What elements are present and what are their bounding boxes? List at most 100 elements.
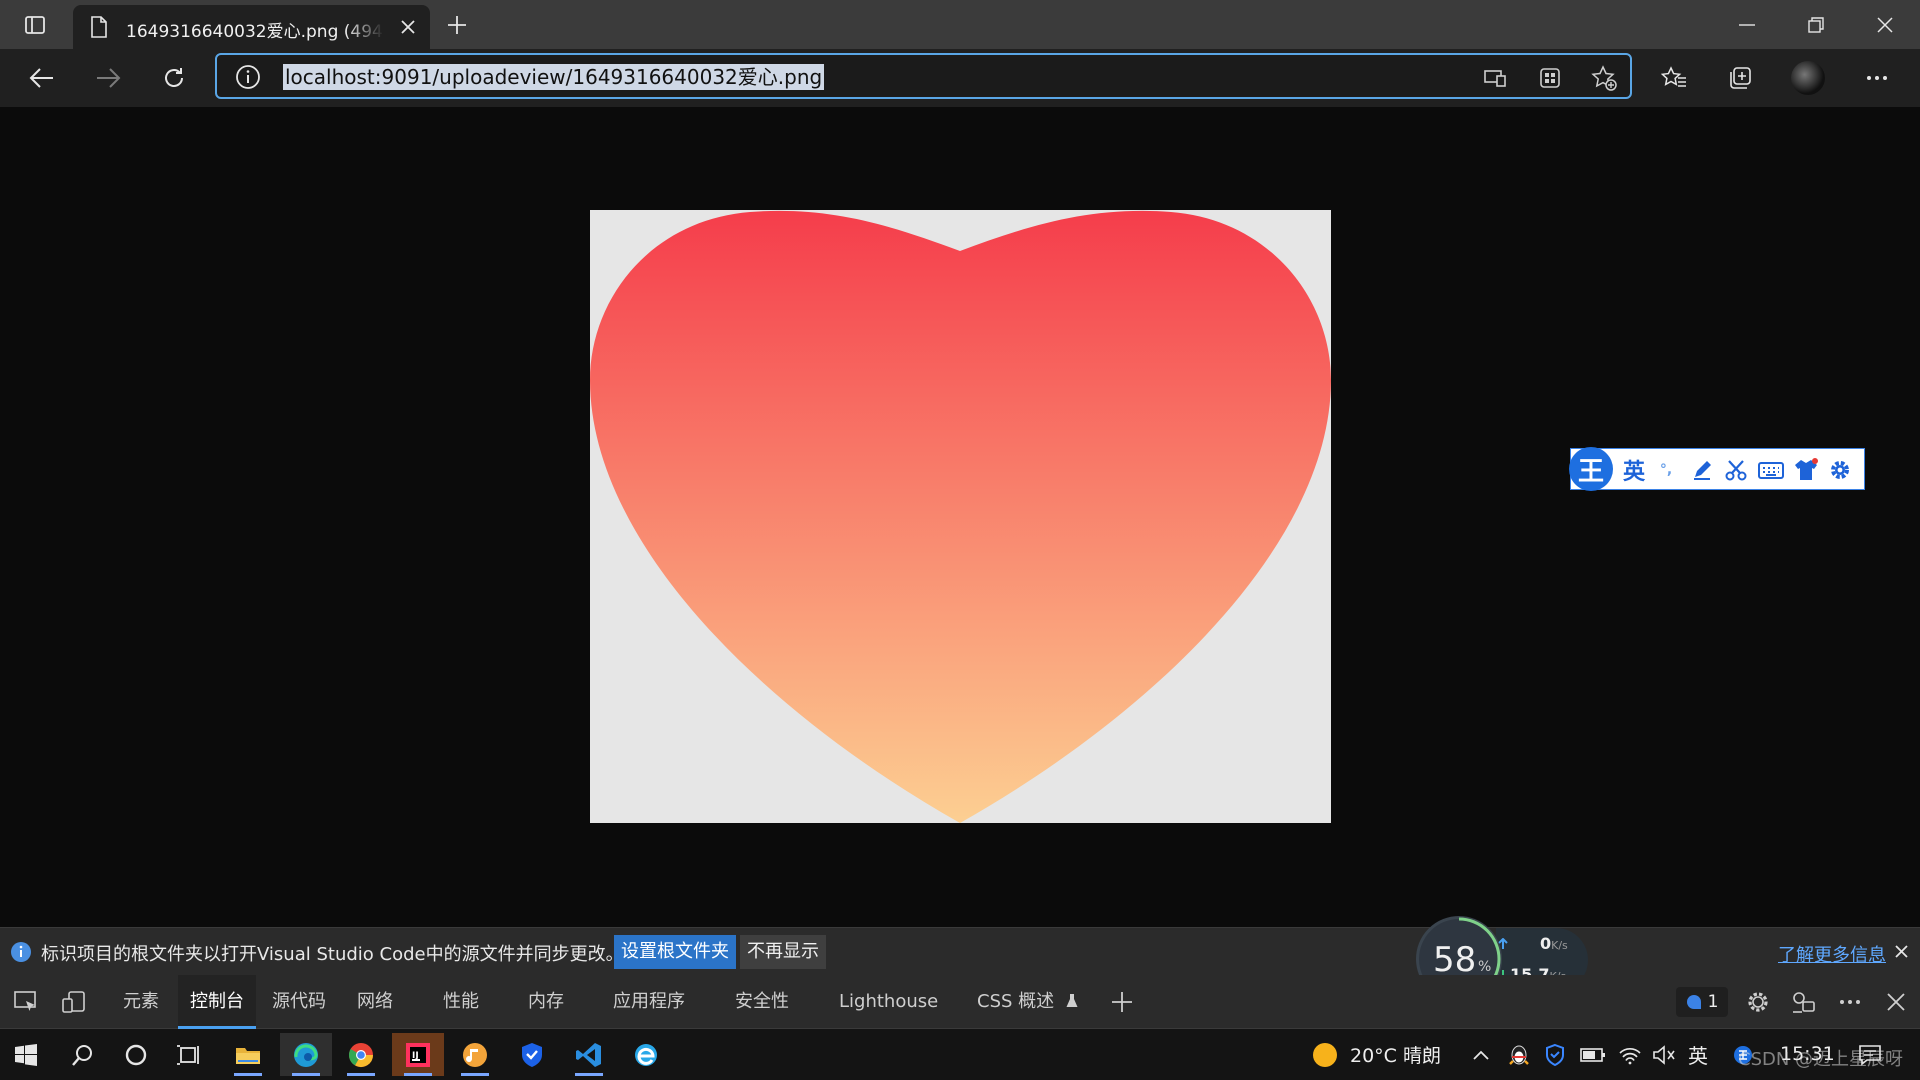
cortana-button[interactable] bbox=[110, 1033, 162, 1076]
weather-widget[interactable]: 20°C 晴朗 bbox=[1310, 1029, 1441, 1080]
restore-button[interactable] bbox=[1786, 0, 1846, 49]
infobar-close-button[interactable] bbox=[1890, 940, 1912, 962]
music-icon bbox=[463, 1042, 487, 1067]
devtools-tab-security[interactable]: 安全性 bbox=[735, 975, 789, 1029]
volume-muted-icon bbox=[1653, 1044, 1675, 1065]
settings-more-button[interactable] bbox=[1857, 58, 1897, 98]
device-emulation-button[interactable] bbox=[58, 986, 90, 1018]
address-bar[interactable]: localhost:9091/uploadeview/1649316640032… bbox=[215, 53, 1632, 99]
task-view-button[interactable] bbox=[163, 1033, 215, 1076]
inspect-element-button[interactable] bbox=[10, 986, 42, 1018]
devtools-infobar: 标识项目的根文件夹以打开Visual Studio Code中的源文件并同步更改… bbox=[0, 927, 1920, 975]
notification-icon bbox=[1859, 1044, 1881, 1066]
immersive-reader-button[interactable] bbox=[1537, 65, 1563, 91]
connect-devices-button[interactable] bbox=[1788, 986, 1820, 1018]
vscode-icon bbox=[576, 1042, 601, 1067]
ime-keyboard-button[interactable] bbox=[1757, 457, 1785, 483]
ime-logo[interactable]: 王 bbox=[1569, 447, 1613, 491]
taskbar-intellij[interactable]: IJ bbox=[392, 1033, 444, 1076]
heart-image bbox=[590, 210, 1331, 823]
wifi-icon bbox=[1619, 1047, 1641, 1064]
tray-battery[interactable] bbox=[1580, 1029, 1606, 1080]
back-button[interactable] bbox=[22, 58, 62, 98]
tray-security[interactable] bbox=[1544, 1029, 1566, 1080]
profile-button[interactable] bbox=[1788, 58, 1828, 98]
windows-taskbar: IJ 20°C 晴朗 英 15:31 CSDN @迈上星辰呀 bbox=[0, 1029, 1920, 1080]
tab-title: 1649316640032爱心.png (494×413) bbox=[126, 22, 384, 42]
heart-shape bbox=[590, 210, 1331, 823]
start-button[interactable] bbox=[0, 1033, 52, 1076]
ime-toolbar[interactable]: 王 英 °, bbox=[1569, 447, 1865, 491]
action-center-button[interactable] bbox=[1858, 1029, 1882, 1080]
avatar bbox=[1791, 61, 1825, 95]
devtools-tab-elements[interactable]: 元素 bbox=[123, 975, 159, 1029]
browser-tab-active[interactable]: 1649316640032爱心.png (494×413) bbox=[73, 5, 430, 49]
taskbar-file-explorer[interactable] bbox=[222, 1033, 274, 1076]
devtools-settings-button[interactable] bbox=[1742, 986, 1774, 1018]
taskbar-security-app[interactable] bbox=[506, 1033, 558, 1076]
minimize-button[interactable] bbox=[1717, 0, 1777, 49]
issues-count: 1 bbox=[1707, 992, 1719, 1012]
close-window-button[interactable] bbox=[1855, 0, 1915, 49]
url-text[interactable]: localhost:9091/uploadeview/1649316640032… bbox=[283, 64, 825, 90]
favorites-icon bbox=[1661, 66, 1686, 87]
running-indicator bbox=[292, 1073, 320, 1076]
cpu-percent: 58 bbox=[1433, 940, 1477, 980]
internet-explorer-icon bbox=[635, 1043, 657, 1066]
ime-skin-button[interactable] bbox=[1793, 457, 1819, 483]
collections-button[interactable] bbox=[1720, 58, 1760, 98]
search-button[interactable] bbox=[56, 1033, 108, 1076]
favorites-button[interactable] bbox=[1654, 58, 1694, 98]
chrome-icon bbox=[348, 1042, 373, 1067]
devtools-tab-application[interactable]: 应用程序 bbox=[613, 975, 685, 1029]
forward-button[interactable] bbox=[88, 58, 128, 98]
ime-screenshot-button[interactable] bbox=[1723, 457, 1749, 483]
devtools-tab-css-overview[interactable]: CSS 概述 bbox=[977, 975, 1078, 1029]
keyboard-icon bbox=[1758, 462, 1784, 479]
set-root-folder-button[interactable]: 设置根文件夹 bbox=[614, 935, 736, 969]
devtools-tab-console[interactable]: 控制台 bbox=[178, 975, 256, 1029]
more-tools-button[interactable] bbox=[1106, 986, 1138, 1018]
ime-language-toggle[interactable]: 英 bbox=[1621, 457, 1647, 485]
tab-close-button[interactable] bbox=[394, 13, 422, 41]
refresh-button[interactable] bbox=[154, 58, 194, 98]
qq-penguin-icon bbox=[1509, 1045, 1529, 1065]
taskbar-chrome[interactable] bbox=[335, 1033, 387, 1076]
ime-punctuation-toggle[interactable]: °, bbox=[1655, 457, 1677, 483]
minimize-icon bbox=[1739, 23, 1755, 26]
devtools-tab-performance[interactable]: 性能 bbox=[443, 975, 479, 1029]
learn-more-link[interactable]: 了解更多信息 bbox=[1778, 941, 1886, 967]
dont-show-again-button[interactable]: 不再显示 bbox=[740, 935, 826, 969]
devtools-tab-network[interactable]: 网络 bbox=[357, 975, 393, 1029]
info-icon[interactable] bbox=[235, 64, 261, 90]
ime-settings-button[interactable] bbox=[1827, 457, 1853, 483]
tray-overflow-button[interactable] bbox=[1472, 1029, 1490, 1080]
app-available-button[interactable] bbox=[1482, 65, 1508, 91]
browser-toolbar: localhost:9091/uploadeview/1649316640032… bbox=[0, 49, 1920, 107]
devtools-tab-sources[interactable]: 源代码 bbox=[272, 975, 326, 1029]
device-icon bbox=[62, 991, 85, 1013]
tray-ime-language[interactable]: 英 bbox=[1688, 1029, 1708, 1080]
new-tab-button[interactable] bbox=[440, 8, 474, 42]
close-icon bbox=[1887, 993, 1905, 1011]
task-view-icon bbox=[177, 1044, 199, 1065]
chevron-up-icon bbox=[1473, 1050, 1489, 1060]
circle-icon bbox=[125, 1044, 147, 1065]
taskbar-ie[interactable] bbox=[620, 1033, 672, 1076]
issues-badge[interactable]: 1 bbox=[1676, 987, 1728, 1017]
devtools-tab-memory[interactable]: 内存 bbox=[528, 975, 564, 1029]
tray-volume[interactable] bbox=[1652, 1029, 1676, 1080]
tab-actions-button[interactable] bbox=[12, 8, 58, 41]
restore-icon bbox=[1808, 16, 1824, 33]
taskbar-vscode[interactable] bbox=[563, 1033, 615, 1076]
ime-handwriting-button[interactable] bbox=[1689, 457, 1715, 483]
devtools-tab-lighthouse[interactable]: Lighthouse bbox=[839, 975, 938, 1029]
close-icon bbox=[1877, 16, 1893, 33]
devtools-close-button[interactable] bbox=[1880, 986, 1912, 1018]
tray-wifi[interactable] bbox=[1618, 1029, 1642, 1080]
taskbar-edge[interactable] bbox=[280, 1033, 332, 1076]
devtools-more-button[interactable] bbox=[1834, 986, 1866, 1018]
taskbar-music-app[interactable] bbox=[449, 1033, 501, 1076]
tray-qq[interactable] bbox=[1508, 1029, 1530, 1080]
add-favorite-button[interactable] bbox=[1591, 65, 1617, 91]
